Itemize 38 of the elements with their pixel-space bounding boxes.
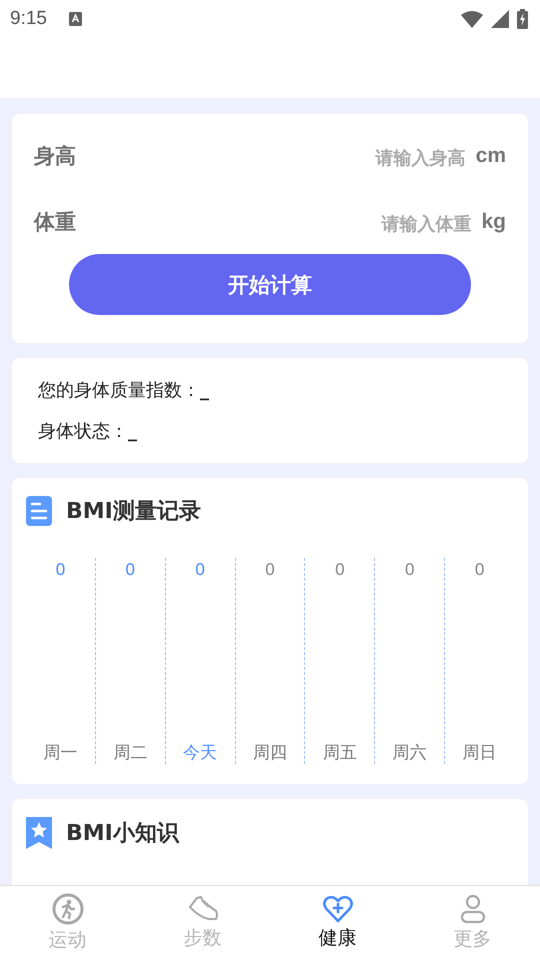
day-label: 周一 [43,742,78,764]
result-label: 身体状态： [38,421,128,442]
day-value: 0 [404,560,414,580]
heart-plus-icon [322,895,352,923]
list-icon [26,496,52,526]
day-value: 0 [265,560,275,580]
day-label: 周六 [392,742,427,764]
day-label: 周二 [113,742,148,764]
input-field[interactable]: 请输入体重 [114,210,482,234]
result-value: _ [128,421,137,442]
day-label: 今天 [183,742,218,764]
result-label: 您的身体质量指数： [38,380,200,401]
day-value: 0 [474,560,484,580]
section-title: BMI小知识 [66,820,179,848]
day-label: 周四 [253,742,287,764]
day-value: 0 [126,560,136,580]
field-label: 身高 [34,143,77,170]
shoe-icon [186,895,218,923]
battery-icon [517,9,528,29]
day-value: 0 [195,560,205,580]
day-value: 0 [56,560,66,580]
day-label: 周五 [322,742,357,764]
status-time: 9:15 [10,8,47,30]
runner-icon [52,893,84,925]
input-field[interactable]: 请输入身高 [114,144,476,168]
result-value: _ [200,380,209,401]
section-title: BMI测量记录 [66,498,201,526]
wifi-icon [461,10,483,28]
day-value: 0 [335,560,345,580]
calculate-button[interactable]: 开始计算 [69,254,471,315]
keyboard-icon [68,12,82,26]
unit-label: kg [481,210,506,234]
signal-icon [491,10,509,28]
unit-label: cm [476,144,506,168]
field-label: 体重 [34,209,77,236]
day-label: 周日 [462,742,497,764]
bookmark-star-icon [26,817,52,849]
person-icon [460,894,486,924]
